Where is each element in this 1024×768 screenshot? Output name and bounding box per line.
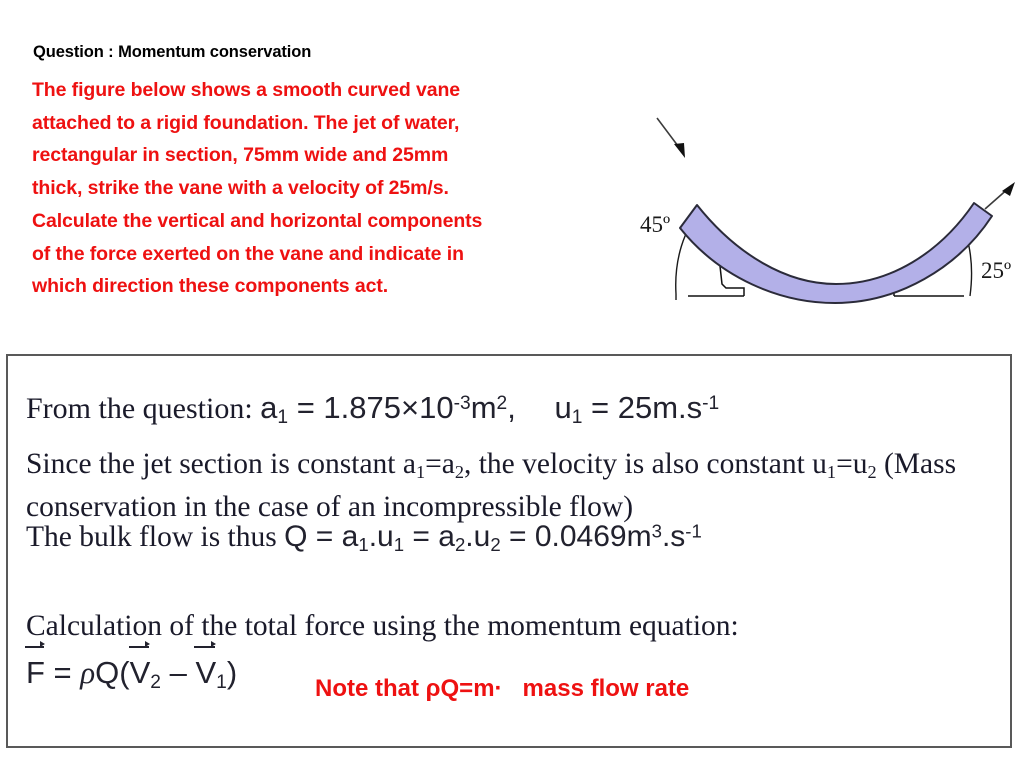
vane-svg: 45º 25º bbox=[640, 117, 1015, 304]
bulk-flow-expression: Q = a1.u1 = a2.u2 = 0.0469m3.s-1 bbox=[284, 520, 702, 555]
outlet-jet-arrow bbox=[984, 182, 1015, 210]
force-vector-symbol: F bbox=[25, 641, 45, 690]
equation-line-from-question: From the question: a1 = 1.875×10-3m2, u1… bbox=[26, 390, 719, 429]
question-line: The figure below shows a smooth curved v… bbox=[32, 79, 461, 101]
mass-flow-rate-note: Note that ρQ=m· mass flow rate bbox=[315, 675, 690, 702]
inlet-angle-label: 45º bbox=[640, 212, 670, 237]
outlet-angle-label: 25º bbox=[981, 258, 1011, 283]
question-line: rectangular in section, 75mm wide and 25… bbox=[32, 144, 449, 167]
from-question-label: From the question: bbox=[26, 392, 253, 425]
rho-symbol: ρ bbox=[80, 655, 96, 690]
page-title: Question : Momentum conservation bbox=[33, 43, 312, 61]
area-expression: a1 = 1.875×10-3m2, bbox=[260, 390, 516, 428]
curved-vane-diagram: 45º 25º bbox=[640, 88, 1024, 318]
bulk-flow-label: The bulk flow is thus bbox=[26, 521, 277, 553]
question-line: of the force exerted on the vane and ind… bbox=[32, 242, 464, 265]
question-line: attached to a rigid foundation. The jet … bbox=[32, 111, 460, 134]
question-line: Calculate the vertical and horizontal co… bbox=[32, 209, 483, 232]
equation-line-bulk-flow: The bulk flow is thus Q = a1.u1 = a2.u2 … bbox=[26, 520, 702, 556]
velocity-2-vector-symbol: V bbox=[128, 641, 151, 690]
velocity-expression: u1 = 25m.s-1 bbox=[554, 390, 720, 428]
question-text-block: The figure below shows a smooth curved v… bbox=[32, 74, 644, 303]
equation-line-mass-conservation: Since the jet section is constant a1=a2,… bbox=[26, 448, 957, 523]
slide-canvas: Question : Momentum conservation The fig… bbox=[0, 0, 1024, 768]
velocity-1-vector-symbol: V bbox=[194, 641, 217, 690]
question-line: which direction these components act. bbox=[32, 275, 389, 298]
inlet-jet-arrow bbox=[656, 117, 685, 158]
question-line: thick, strike the vane with a velocity o… bbox=[32, 177, 449, 200]
equation-line-total-force-heading: Calculation of the total force using the… bbox=[26, 610, 739, 642]
momentum-equation-formula: F = ρQ(V2 – V1) bbox=[25, 641, 238, 693]
